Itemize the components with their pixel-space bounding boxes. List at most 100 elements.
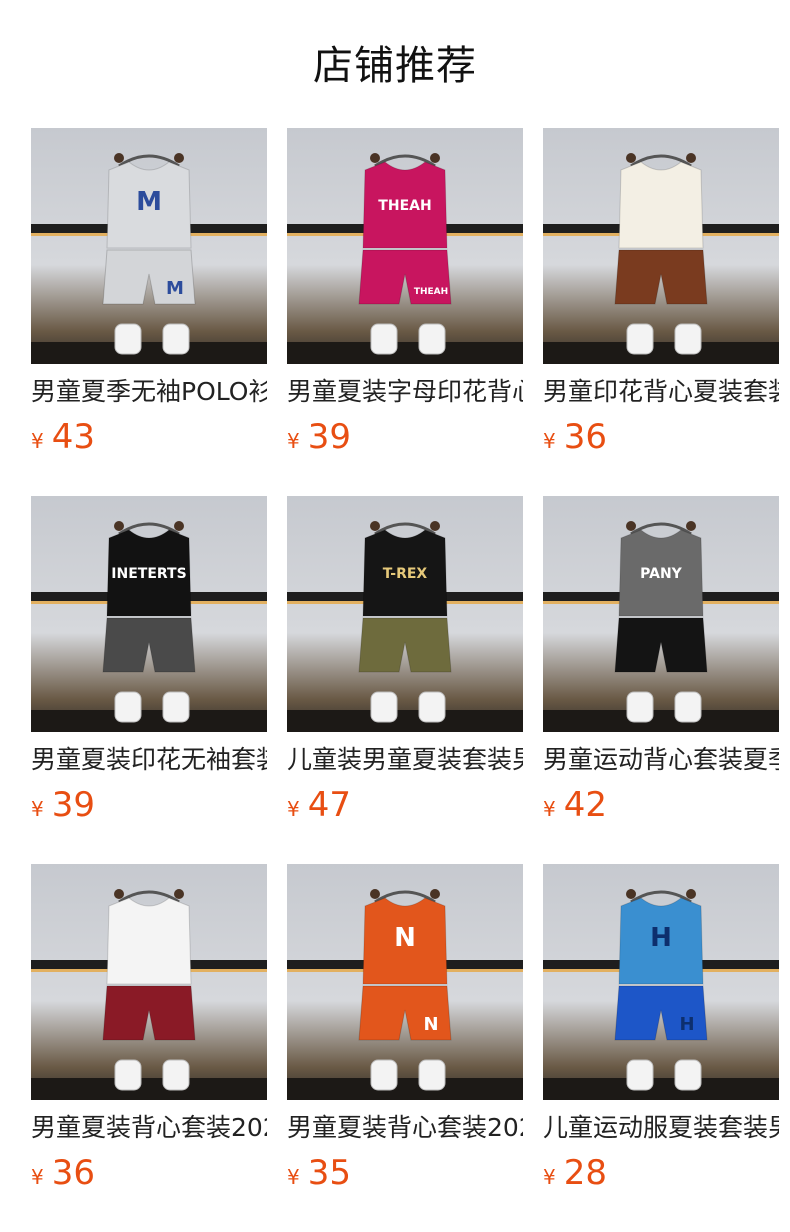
shorts-print: THEAH bbox=[414, 287, 448, 297]
product-name[interactable]: 男童夏装印花无袖套装 bbox=[31, 743, 267, 777]
product-card[interactable]: THEAH THEAH 男童夏装字母印花背心 ¥39 bbox=[287, 128, 523, 496]
shoe bbox=[162, 1059, 190, 1091]
shoe bbox=[418, 323, 446, 355]
product-card[interactable]: PANY 男童运动背心套装夏季 ¥42 bbox=[543, 496, 779, 864]
product-name[interactable]: 儿童运动服夏装套装男 bbox=[543, 1111, 779, 1145]
product-image[interactable] bbox=[31, 864, 267, 1100]
product-name[interactable]: 男童运动背心套装夏季 bbox=[543, 743, 779, 777]
product-image[interactable]: NN bbox=[287, 864, 523, 1100]
shoe bbox=[114, 323, 142, 355]
product-card[interactable]: NN男童夏装背心套装2024¥35 bbox=[287, 864, 523, 1232]
shirt-print: INETERTS bbox=[111, 566, 186, 582]
product-image[interactable]: THEAH THEAH bbox=[287, 128, 523, 364]
shirt-print: M bbox=[136, 187, 162, 217]
hanger-knob bbox=[686, 889, 696, 899]
hanger-knob bbox=[174, 153, 184, 163]
shorts bbox=[358, 617, 452, 673]
product-price: 43 bbox=[51, 417, 95, 457]
product-name[interactable]: 男童夏季无袖POLO衫 bbox=[31, 375, 267, 409]
shoe bbox=[626, 323, 654, 355]
shoe bbox=[674, 1059, 702, 1091]
product-image[interactable] bbox=[543, 128, 779, 364]
price-row: ¥47 bbox=[287, 785, 351, 825]
price-row: ¥39 bbox=[287, 417, 351, 457]
shorts bbox=[102, 985, 196, 1041]
recommend-page: 店铺推荐 M M 男童夏季无袖POLO衫 ¥43 THEAH THEAH 男童夏装字母印花背… bbox=[0, 0, 790, 1232]
hanger-knob bbox=[686, 153, 696, 163]
price-row: ¥36 bbox=[31, 1153, 95, 1193]
product-name[interactable]: 男童夏装背心套装2024 bbox=[31, 1111, 267, 1145]
product-card[interactable]: 男童夏装背心套装2024 ¥36 bbox=[31, 864, 267, 1232]
shoe bbox=[370, 1059, 398, 1091]
hanger-knob bbox=[686, 521, 696, 531]
floor bbox=[543, 342, 779, 364]
shirt-print: PANY bbox=[640, 566, 683, 582]
shoe bbox=[370, 323, 398, 355]
shoe bbox=[674, 323, 702, 355]
product-price: 36 bbox=[563, 417, 607, 457]
currency-symbol: ¥ bbox=[287, 797, 300, 821]
shorts-print: H bbox=[679, 1014, 694, 1035]
shoe bbox=[418, 691, 446, 723]
product-card[interactable]: M M 男童夏季无袖POLO衫 ¥43 bbox=[31, 128, 267, 496]
shirt bbox=[106, 897, 192, 985]
product-card[interactable]: INETERTS 男童夏装印花无袖套装 ¥39 bbox=[31, 496, 267, 864]
shorts bbox=[614, 249, 708, 305]
shoe bbox=[162, 323, 190, 355]
product-image[interactable]: MM bbox=[31, 128, 267, 364]
hanger-knob bbox=[370, 521, 380, 531]
currency-symbol: ¥ bbox=[543, 1165, 556, 1189]
hanger-knob bbox=[174, 889, 184, 899]
shoe bbox=[626, 1059, 654, 1091]
currency-symbol: ¥ bbox=[287, 429, 300, 453]
price-row: ¥39 bbox=[31, 785, 95, 825]
hanger-knob bbox=[430, 889, 440, 899]
product-name[interactable]: 儿童装男童夏装套装男 bbox=[287, 743, 523, 777]
price-row: ¥35 bbox=[287, 1153, 351, 1193]
currency-symbol: ¥ bbox=[31, 797, 44, 821]
product-price: 36 bbox=[51, 1153, 95, 1193]
hanger-knob bbox=[370, 889, 380, 899]
price-row: ¥42 bbox=[543, 785, 607, 825]
product-price: 42 bbox=[563, 785, 607, 825]
hanger-knob bbox=[626, 153, 636, 163]
price-row: ¥36 bbox=[543, 417, 607, 457]
currency-symbol: ¥ bbox=[543, 429, 556, 453]
floor bbox=[287, 1078, 523, 1100]
product-card[interactable]: H H 儿童运动服夏装套装男 ¥28 bbox=[543, 864, 779, 1232]
shoe bbox=[674, 691, 702, 723]
product-image[interactable]: HH bbox=[543, 864, 779, 1100]
product-card[interactable]: 男童印花背心夏装套装 ¥36 bbox=[543, 128, 779, 496]
product-price: 39 bbox=[307, 417, 351, 457]
shorts bbox=[614, 617, 708, 673]
product-name[interactable]: 男童夏装背心套装2024 bbox=[287, 1111, 523, 1145]
product-image[interactable]: PANY bbox=[543, 496, 779, 732]
hanger-knob bbox=[114, 153, 124, 163]
product-card[interactable]: T-REX 儿童装男童夏装套装男 ¥47 bbox=[287, 496, 523, 864]
hanger-knob bbox=[626, 889, 636, 899]
shirt-print: T-REX bbox=[383, 566, 428, 582]
hanger-knob bbox=[370, 153, 380, 163]
shirt-print: H bbox=[650, 923, 672, 953]
product-name[interactable]: 男童夏装字母印花背心 bbox=[287, 375, 523, 409]
shorts-print: N bbox=[423, 1014, 438, 1035]
product-image[interactable]: INETERTS bbox=[31, 496, 267, 732]
price-row: ¥28 bbox=[543, 1153, 607, 1193]
shirt-print: N bbox=[394, 923, 416, 953]
product-price: 28 bbox=[563, 1153, 607, 1193]
shoe bbox=[418, 1059, 446, 1091]
shoe bbox=[114, 691, 142, 723]
shorts-print: M bbox=[166, 278, 184, 299]
product-name[interactable]: 男童印花背心夏装套装 bbox=[543, 375, 779, 409]
shorts bbox=[102, 617, 196, 673]
floor bbox=[31, 342, 267, 364]
hanger-knob bbox=[114, 521, 124, 531]
product-price: 35 bbox=[307, 1153, 351, 1193]
currency-symbol: ¥ bbox=[543, 797, 556, 821]
shoe bbox=[162, 691, 190, 723]
shoe bbox=[626, 691, 654, 723]
product-image[interactable]: T-REX bbox=[287, 496, 523, 732]
floor bbox=[31, 710, 267, 732]
hanger-knob bbox=[174, 521, 184, 531]
product-price: 47 bbox=[307, 785, 351, 825]
